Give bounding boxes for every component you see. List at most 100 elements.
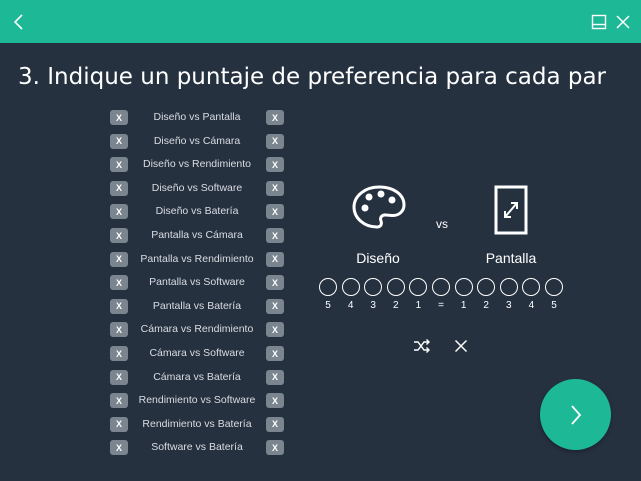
shuffle-button[interactable] xyxy=(412,336,432,356)
pair-row: X Diseño vs Rendimiento X xyxy=(108,155,288,175)
remove-pair-right-button[interactable]: X xyxy=(266,204,284,220)
clear-button[interactable] xyxy=(451,336,471,356)
remove-pair-right-button[interactable]: X xyxy=(266,110,284,125)
scale-option-radio[interactable] xyxy=(499,278,518,296)
remove-pair-right-button[interactable]: X xyxy=(266,228,284,243)
remove-pair-left-button[interactable]: X xyxy=(110,416,128,432)
pair-row: X Diseño vs Cámara X xyxy=(108,132,288,152)
scale-number: 4 xyxy=(347,300,354,311)
phone-screen-icon xyxy=(494,185,528,235)
page-title: 3. Indique un puntaje de preferencia par… xyxy=(18,64,607,90)
pair-row: X Cámara vs Rendimiento X xyxy=(108,320,288,340)
pair-label: Cámara vs Batería xyxy=(153,370,241,383)
pair-label: Software vs Batería xyxy=(151,441,243,454)
close-button[interactable] xyxy=(608,0,638,43)
pair-label: Pantalla vs Software xyxy=(149,276,245,289)
back-button[interactable] xyxy=(4,0,34,43)
remove-pair-right-button[interactable]: X xyxy=(266,180,284,196)
scale-option-radio[interactable] xyxy=(409,278,428,296)
remove-pair-left-button[interactable]: X xyxy=(110,393,128,409)
scale-number: 2 xyxy=(393,300,399,311)
pair-row: X Diseño vs Pantalla X xyxy=(108,108,288,128)
scale-option-radio[interactable] xyxy=(522,278,541,296)
scale-number: 2 xyxy=(483,300,489,311)
scale-option-radio[interactable] xyxy=(454,278,473,296)
remove-pair-left-button[interactable]: X xyxy=(110,369,128,385)
pair-row: X Cámara vs Software X xyxy=(108,344,288,364)
scale-number: 3 xyxy=(370,300,376,311)
remove-pair-left-button[interactable]: X xyxy=(110,251,128,267)
remove-pair-right-button[interactable]: X xyxy=(266,440,284,456)
remove-pair-right-button[interactable]: X xyxy=(266,346,284,361)
scale-option-radio[interactable] xyxy=(432,278,450,296)
remove-pair-left-button[interactable]: X xyxy=(110,110,128,125)
clear-icon xyxy=(454,339,468,353)
scale-option-radio[interactable] xyxy=(319,278,337,296)
pair-row: X Pantalla vs Software X xyxy=(108,273,288,293)
remove-pair-left-button[interactable]: X xyxy=(110,322,128,338)
minimize-icon xyxy=(591,14,607,29)
pair-label: Pantalla vs Batería xyxy=(152,299,242,312)
pair-label: Diseño vs Cámara xyxy=(153,134,241,147)
remove-pair-right-button[interactable]: X xyxy=(266,416,284,432)
palette-icon xyxy=(352,185,406,229)
pair-label: Diseño vs Batería xyxy=(155,205,239,218)
scale-number: 3 xyxy=(506,300,512,311)
pair-label: Rendimiento vs Batería xyxy=(142,417,252,430)
next-button[interactable] xyxy=(540,379,611,450)
remove-pair-right-button[interactable]: X xyxy=(266,322,284,338)
remove-pair-right-button[interactable]: X xyxy=(266,275,284,291)
pair-row: X Cámara vs Batería X xyxy=(108,368,288,388)
pair-row: X Rendimiento vs Software X xyxy=(108,391,288,411)
shuffle-icon xyxy=(414,339,430,353)
remove-pair-left-button[interactable]: X xyxy=(110,298,128,314)
remove-pair-right-button[interactable]: X xyxy=(266,369,284,385)
remove-pair-right-button[interactable]: X xyxy=(266,393,284,409)
close-icon xyxy=(616,14,630,29)
pair-label: Diseño vs Pantalla xyxy=(153,111,241,123)
pair-row: X Rendimiento vs Batería X xyxy=(108,415,288,435)
title-bar xyxy=(0,0,641,43)
remove-pair-left-button[interactable]: X xyxy=(110,204,128,220)
scale-option-radio[interactable] xyxy=(386,278,405,296)
pair-label: Diseño vs Software xyxy=(151,181,243,194)
remove-pair-right-button[interactable]: X xyxy=(266,157,284,173)
pair-label: Diseño vs Rendimiento xyxy=(143,158,251,171)
pair-label: Cámara vs Rendimiento xyxy=(140,323,254,336)
scale-option-radio[interactable] xyxy=(364,278,383,296)
pair-row: X Diseño vs Batería X xyxy=(108,202,288,222)
pair-label: Rendimiento vs Software xyxy=(138,394,256,407)
scale-number: 4 xyxy=(528,300,535,311)
pair-label: Pantalla vs Cámara xyxy=(151,229,243,241)
remove-pair-left-button[interactable]: X xyxy=(110,440,128,456)
pair-label: Pantalla vs Rendimiento xyxy=(140,252,254,265)
remove-pair-left-button[interactable]: X xyxy=(110,157,128,173)
pair-row: X Pantalla vs Batería X xyxy=(108,297,288,317)
remove-pair-right-button[interactable]: X xyxy=(266,298,284,314)
scale-number: 5 xyxy=(325,300,331,311)
pair-row: X Software vs Batería X xyxy=(108,438,288,458)
remove-pair-left-button[interactable]: X xyxy=(110,275,128,291)
scale-option-radio[interactable] xyxy=(545,278,563,296)
pair-label: Cámara vs Software xyxy=(149,347,245,359)
pair-row: X Pantalla vs Rendimiento X xyxy=(108,250,288,270)
scale-option-radio[interactable] xyxy=(341,278,360,296)
remove-pair-right-button[interactable]: X xyxy=(266,133,284,149)
vs-label: vs xyxy=(436,217,448,231)
remove-pair-left-button[interactable]: X xyxy=(110,180,128,196)
remove-pair-left-button[interactable]: X xyxy=(110,133,128,149)
scale-number: 1 xyxy=(460,300,467,311)
scale-number: 1 xyxy=(415,300,422,311)
scale-number: = xyxy=(438,300,444,311)
remove-pair-right-button[interactable]: X xyxy=(266,251,284,267)
pair-row: X Pantalla vs Cámara X xyxy=(108,226,288,246)
remove-pair-left-button[interactable]: X xyxy=(110,346,128,361)
scale-number: 5 xyxy=(551,300,557,311)
right-choice-label: Pantalla xyxy=(485,250,537,266)
chevron-left-icon xyxy=(13,13,23,30)
pair-row: X Diseño vs Software X xyxy=(108,179,288,199)
left-choice-label: Diseño xyxy=(356,250,400,266)
scale-option-radio[interactable] xyxy=(477,278,496,296)
chevron-right-icon xyxy=(570,404,581,425)
remove-pair-left-button[interactable]: X xyxy=(110,228,128,243)
